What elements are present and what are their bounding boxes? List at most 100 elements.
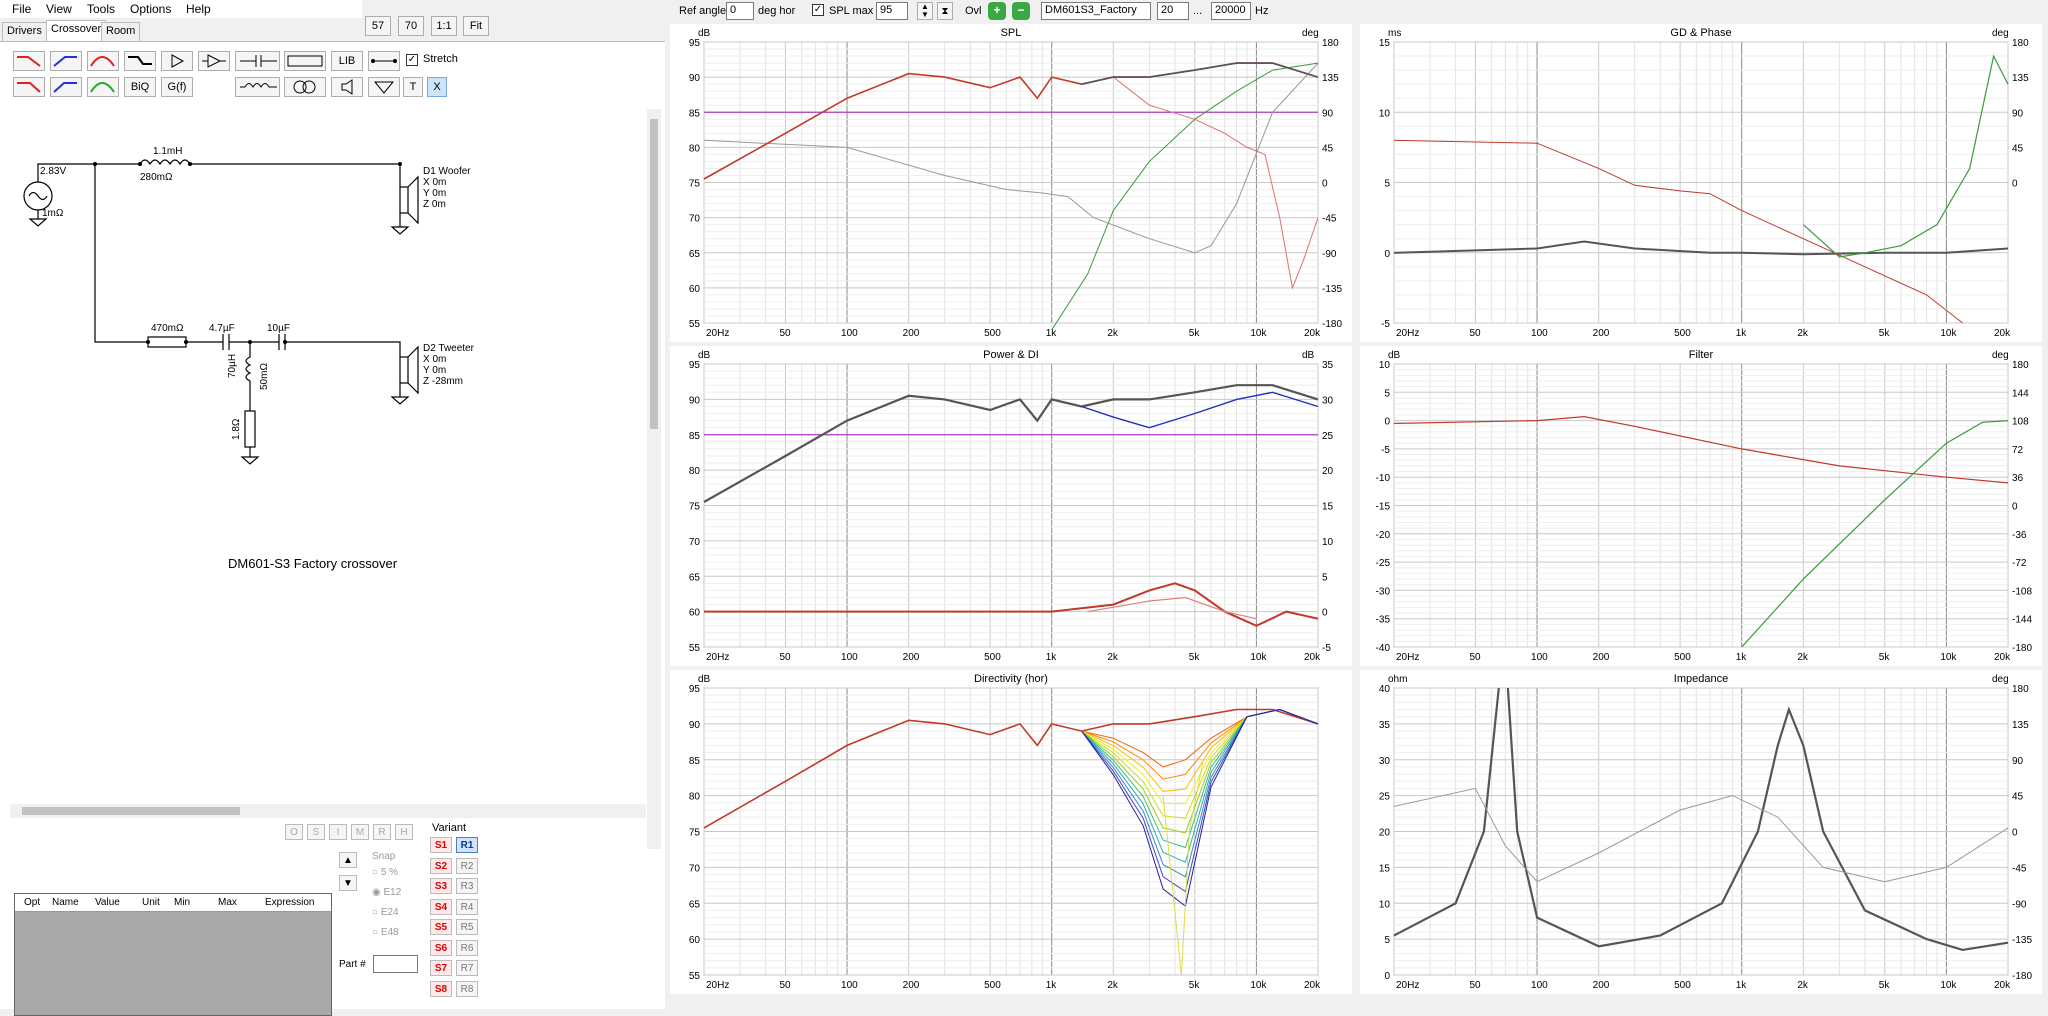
freq-min-input[interactable]: 20 — [1157, 2, 1189, 20]
tab-drivers[interactable]: Drivers — [2, 22, 47, 41]
svg-text:72: 72 — [2012, 445, 2024, 456]
snap-e24-radio[interactable]: ○ E24 — [372, 907, 399, 918]
chart-filter[interactable]: Filter 20Hz 50 100 200 500 1k 2k 5k 10k 20k 10 180 5 1… — [1360, 346, 2042, 666]
svg-text:80: 80 — [689, 466, 701, 477]
part-number-input[interactable] — [373, 955, 418, 973]
schematic-canvas[interactable] — [10, 109, 650, 799]
freq-max-input[interactable]: 20000 — [1211, 2, 1251, 20]
menu-file[interactable]: File — [12, 2, 31, 16]
t-button[interactable]: T — [403, 77, 423, 97]
svg-text:180: 180 — [1322, 38, 1339, 49]
opt-i-button[interactable]: I — [329, 824, 347, 840]
svg-text:10k: 10k — [1250, 328, 1267, 339]
zoom-1to1-button[interactable]: 1:1 — [431, 16, 457, 36]
inductor-icon[interactable] — [235, 77, 280, 97]
ref-angle-input[interactable]: 0 — [726, 2, 754, 20]
lib-button[interactable]: LIB — [331, 51, 363, 71]
svg-text:30: 30 — [1379, 756, 1391, 767]
spl-max-input[interactable]: 95 — [876, 2, 908, 20]
opt-o-button[interactable]: O — [285, 824, 303, 840]
zoom-57-button[interactable]: 57 — [365, 16, 391, 36]
menu-options[interactable]: Options — [130, 2, 171, 16]
opamp-icon[interactable] — [198, 51, 230, 71]
opt-s-button[interactable]: S — [307, 824, 325, 840]
variant-r1-button[interactable]: R1 — [456, 837, 478, 853]
x-button[interactable]: X — [427, 77, 447, 97]
variant-s2-button[interactable]: S2 — [430, 857, 452, 874]
chart-imp[interactable]: Impedance 20Hz 50 100 200 500 1k 2k 5k 10k 20k 40 18… — [1360, 670, 2042, 994]
variant-r3-button[interactable]: R3 — [456, 878, 478, 894]
svg-text:0: 0 — [1322, 179, 1328, 190]
ground-icon[interactable] — [368, 77, 400, 97]
expand-range-icon[interactable]: ⧗ — [937, 2, 953, 20]
optimizer-table[interactable]: Opt Name Value Unit Min Max Expression — [14, 893, 332, 1016]
opt-h-button[interactable]: H — [395, 824, 413, 840]
svg-text:60: 60 — [689, 935, 701, 946]
bandpass-red-button[interactable] — [87, 51, 119, 71]
menu-view[interactable]: View — [46, 2, 72, 16]
svg-text:100: 100 — [841, 652, 858, 663]
lowpass-red-button[interactable] — [13, 51, 45, 71]
stretch-label: Stretch — [423, 53, 458, 65]
remove-overlay-icon[interactable]: − — [1012, 2, 1030, 20]
variant-s5-button[interactable]: S5 — [430, 919, 452, 935]
variant-s4-button[interactable]: S4 — [430, 898, 452, 915]
spl-max-checkbox[interactable]: ✓ — [812, 4, 824, 16]
variant-s7-button[interactable]: S7 — [430, 960, 452, 976]
tab-crossover[interactable]: Crossover — [46, 20, 107, 41]
svg-text:100: 100 — [1531, 652, 1548, 663]
move-down-button[interactable]: ▼ — [339, 875, 357, 891]
wire-icon[interactable] — [368, 51, 400, 71]
opt-r-button[interactable]: R — [373, 824, 391, 840]
tab-room[interactable]: Room — [101, 22, 141, 41]
l1-resistance-label: 280mΩ — [140, 172, 173, 183]
zoom-fit-button[interactable]: Fit — [463, 16, 489, 36]
variant-s1-button[interactable]: S1 — [430, 837, 452, 853]
vertical-scrollbar[interactable] — [647, 109, 661, 849]
transformer-icon[interactable] — [284, 77, 326, 97]
biq-button[interactable]: BiQ — [124, 77, 156, 97]
chart-spl[interactable]: SPL 20Hz 50 100 200 500 1k 2k 5k 10k 20k 95 180 90 135… — [670, 24, 1352, 342]
spl-max-spinner[interactable]: ▲ ▼ — [917, 2, 933, 20]
move-up-button[interactable]: ▲ — [339, 852, 357, 868]
overlay-name-input[interactable]: DM601S3_Factory — [1041, 2, 1151, 20]
shelf-button[interactable] — [124, 51, 156, 71]
opt-m-button[interactable]: M — [351, 824, 369, 840]
variant-r2-button[interactable]: R2 — [456, 857, 478, 874]
add-overlay-icon[interactable]: + — [988, 2, 1006, 20]
gf-button[interactable]: G(f) — [161, 77, 193, 97]
chart-dir[interactable]: Directivity (hor) 20Hz 50 100 200 500 1k 2k 5k 10… — [670, 670, 1352, 994]
svg-text:10k: 10k — [1250, 980, 1267, 991]
svg-text:180: 180 — [2012, 360, 2029, 371]
bandpass-green-button[interactable] — [87, 77, 119, 97]
highpass-blue2-button[interactable] — [50, 77, 82, 97]
variant-s6-button[interactable]: S6 — [430, 939, 452, 956]
play-icon[interactable] — [161, 51, 193, 71]
snap-5pct-radio[interactable]: ○ 5 % — [372, 867, 398, 878]
menu-help[interactable]: Help — [186, 2, 211, 16]
capacitor-icon[interactable] — [235, 51, 280, 71]
svg-text:70: 70 — [689, 863, 701, 874]
svg-text:-72: -72 — [2012, 558, 2027, 569]
variant-r4-button[interactable]: R4 — [456, 898, 478, 915]
snap-e12-radio[interactable]: ◉ E12 — [372, 887, 401, 898]
highpass-blue-button[interactable] — [50, 51, 82, 71]
variant-r8-button[interactable]: R8 — [456, 980, 478, 997]
svg-text:75: 75 — [689, 179, 701, 190]
zoom-70-button[interactable]: 70 — [398, 16, 424, 36]
snap-e48-radio[interactable]: ○ E48 — [372, 927, 399, 938]
chart-power[interactable]: Power & DI 20Hz 50 100 200 500 1k 2k 5k 10k 20k 95 3… — [670, 346, 1352, 666]
menu-tools[interactable]: Tools — [87, 2, 115, 16]
variant-r6-button[interactable]: R6 — [456, 939, 478, 956]
resistor-icon[interactable] — [284, 51, 326, 71]
variant-r5-button[interactable]: R5 — [456, 919, 478, 935]
chart-gd[interactable]: GD & Phase 20Hz 50 100 200 500 1k 2k 5k 10k 20k 15 1… — [1360, 24, 2042, 342]
speaker-icon[interactable] — [331, 77, 363, 97]
horizontal-scrollbar[interactable] — [10, 804, 646, 818]
stretch-checkbox[interactable]: ✓ — [406, 54, 418, 66]
variant-s8-button[interactable]: S8 — [430, 980, 452, 997]
lowpass-red2-button[interactable] — [13, 77, 45, 97]
variant-r7-button[interactable]: R7 — [456, 960, 478, 976]
variant-s3-button[interactable]: S3 — [430, 878, 452, 894]
svg-text:15: 15 — [1379, 38, 1391, 49]
